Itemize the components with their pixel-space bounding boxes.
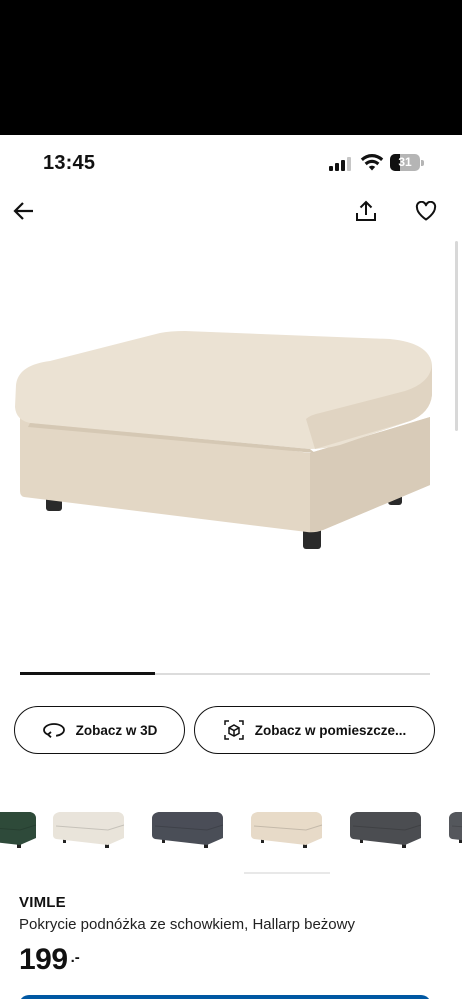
- product-image[interactable]: [10, 325, 440, 565]
- product-price: 199 .-: [19, 943, 80, 977]
- heart-icon: [415, 201, 437, 221]
- ottoman-thumbnail-icon: [350, 812, 422, 848]
- arrow-left-icon: [13, 202, 33, 220]
- swatch-selected-indicator: [244, 872, 330, 874]
- top-black-bar: [0, 0, 462, 135]
- price-integer: 199: [19, 943, 68, 976]
- status-bar: 13:45 31: [0, 135, 462, 191]
- wifi-icon: [360, 154, 384, 171]
- swatch-dark-grey[interactable]: [149, 805, 229, 855]
- app-screen: 13:45 31 Zobacz w 3D Zobacz w pomieszcze…: [0, 135, 462, 999]
- ottoman-thumbnail-icon: [251, 812, 323, 848]
- ar-cube-icon: [223, 720, 244, 740]
- rotate-3d-icon: [42, 723, 65, 738]
- signal-icon: [329, 157, 353, 171]
- view-3d-button[interactable]: Zobacz w 3D: [14, 706, 185, 754]
- gallery-progress: [20, 672, 430, 675]
- ottoman-thumbnail-icon: [152, 812, 224, 848]
- battery-level: 31: [398, 155, 412, 169]
- view-in-room-label: Zobacz w pomieszcze...: [254, 722, 407, 738]
- status-time: 13:45: [43, 152, 96, 174]
- ottoman-thumbnail-icon: [0, 812, 37, 848]
- favourite-button[interactable]: [410, 195, 442, 227]
- battery-icon: 31: [390, 154, 424, 171]
- view-in-room-button[interactable]: Zobacz w pomieszcze...: [194, 706, 435, 754]
- add-to-cart-button[interactable]: [19, 995, 431, 999]
- ottoman-thumbnail-icon: [53, 812, 125, 848]
- swatch-light-beige[interactable]: [50, 805, 130, 855]
- back-button[interactable]: [8, 195, 40, 227]
- view-3d-label: Zobacz w 3D: [75, 722, 158, 738]
- gallery-progress-fill: [20, 672, 156, 675]
- swatch-charcoal[interactable]: [347, 805, 427, 855]
- swatch-grey[interactable]: [446, 805, 462, 855]
- share-icon: [356, 200, 376, 221]
- swatch-green[interactable]: [0, 805, 42, 855]
- price-decimal: .-: [70, 949, 80, 966]
- swatch-beige[interactable]: [248, 805, 328, 855]
- share-button[interactable]: [350, 195, 382, 227]
- page-scrollbar[interactable]: [455, 241, 458, 431]
- color-swatches: [0, 805, 462, 855]
- product-description: Pokrycie podnóżka ze schowkiem, Hallarp …: [19, 916, 355, 933]
- ottoman-thumbnail-icon: [449, 812, 462, 843]
- product-brand: VIMLE: [19, 894, 66, 911]
